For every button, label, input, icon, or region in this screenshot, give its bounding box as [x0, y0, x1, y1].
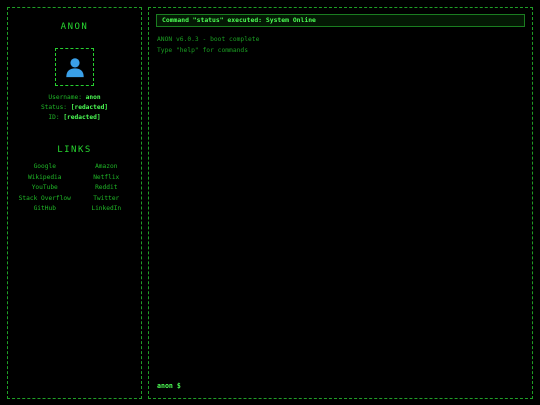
id-label: ID:	[48, 114, 60, 122]
id-value: [redacted]	[63, 114, 101, 122]
link-amazon[interactable]: Amazon	[78, 163, 136, 171]
link-stack-overflow[interactable]: Stack Overflow	[16, 195, 74, 203]
username-label: Username:	[48, 94, 82, 101]
link-youtube[interactable]: YouTube	[16, 184, 74, 192]
link-google[interactable]: Google	[16, 163, 74, 171]
command-input[interactable]	[180, 381, 525, 391]
link-github[interactable]: GitHub	[16, 205, 74, 213]
command-status-message: Command "status" executed: System Online	[156, 14, 525, 27]
link-wikipedia[interactable]: Wikipedia	[16, 174, 74, 182]
sidebar-title: ANON	[60, 22, 89, 32]
link-reddit[interactable]: Reddit	[78, 184, 136, 192]
output-line: Type "help" for commands	[157, 47, 248, 54]
profile-info: Username: anon Status: [redacted] ID: [r…	[8, 93, 141, 124]
status-label: Status:	[40, 104, 68, 112]
link-netflix[interactable]: Netflix	[78, 174, 136, 182]
links-grid: Google Amazon Wikipedia Netflix YouTube …	[16, 163, 135, 213]
link-twitter[interactable]: Twitter	[78, 195, 136, 203]
links-title: LINKS	[57, 145, 92, 155]
profile-id: ID: [redacted]	[8, 113, 141, 123]
avatar	[55, 48, 94, 86]
prompt-label: anon $	[157, 382, 181, 390]
profile-status: Status: [redacted]	[8, 103, 141, 113]
user-silhouette-icon	[65, 58, 84, 78]
status-value: [redacted]	[70, 104, 109, 112]
profile-username: Username: anon	[8, 93, 141, 103]
terminal-output: ANON v6.0.3 - boot complete Type "help" f…	[157, 34, 259, 56]
link-linkedin[interactable]: LinkedIn	[78, 205, 136, 213]
username-value: anon	[85, 94, 101, 101]
prompt-row: anon $	[157, 381, 525, 391]
terminal-panel: Command "status" executed: System Online…	[148, 7, 533, 399]
sidebar: ANON Username: anon Status: [redacted] I…	[7, 7, 142, 399]
output-line: ANON v6.0.3 - boot complete	[157, 36, 260, 43]
